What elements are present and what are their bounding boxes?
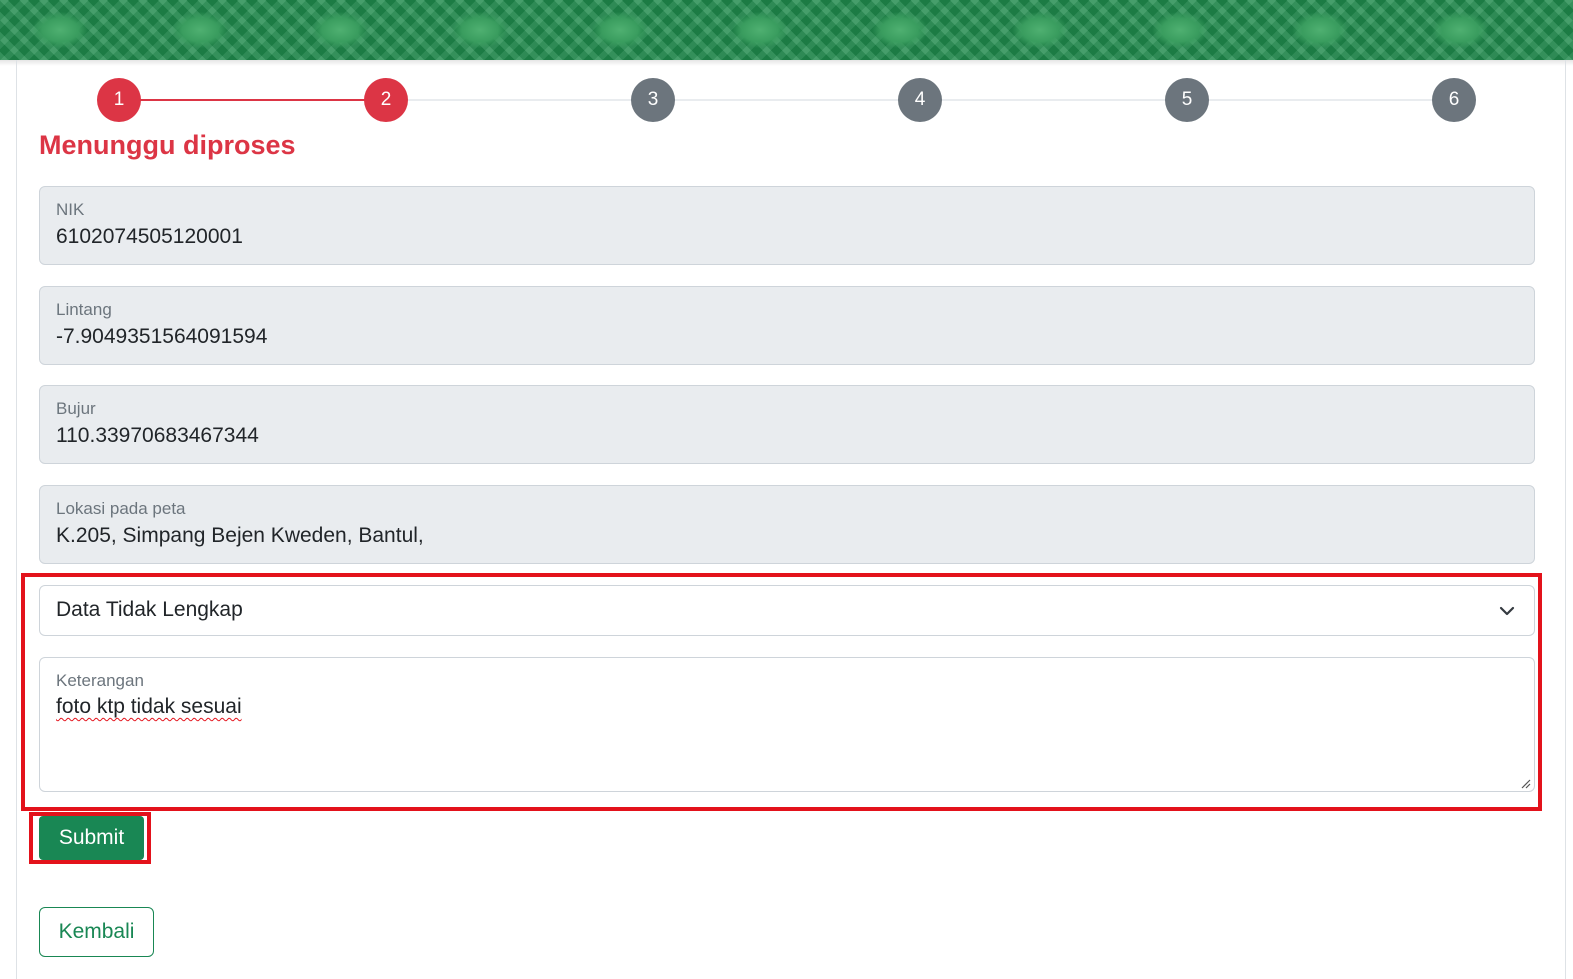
- card-border-right: [1565, 60, 1566, 979]
- lokasi-field[interactable]: Lokasi pada peta K.205, Simpang Bejen Kw…: [39, 485, 1535, 564]
- header-banner: [0, 0, 1573, 60]
- resize-grip-icon[interactable]: [1519, 776, 1531, 789]
- lintang-field[interactable]: Lintang -7.9049351564091594: [39, 286, 1535, 365]
- stepper-line-completed: [140, 99, 366, 101]
- lokasi-value: K.205, Simpang Bejen Kweden, Bantul,: [56, 524, 424, 547]
- step-4: 4: [898, 78, 942, 122]
- bujur-value: 110.33970683467344: [56, 424, 259, 447]
- keterangan-textarea[interactable]: Keterangan foto ktp tidak sesuai: [39, 657, 1535, 792]
- chevron-down-icon: [1498, 602, 1516, 620]
- step-1: 1: [97, 78, 141, 122]
- keterangan-value: foto ktp tidak sesuai: [56, 695, 242, 718]
- keterangan-label: Keterangan: [56, 671, 144, 690]
- lintang-value: -7.9049351564091594: [56, 325, 268, 348]
- status-select[interactable]: Data Tidak Lengkap: [39, 585, 1535, 636]
- banner-shadow: [0, 60, 1573, 66]
- bujur-label: Bujur: [56, 399, 96, 418]
- step-2: 2: [364, 78, 408, 122]
- lintang-label: Lintang: [56, 300, 112, 319]
- bujur-field[interactable]: Bujur 110.33970683467344: [39, 385, 1535, 464]
- page-title: Menunggu diproses: [39, 130, 296, 160]
- step-6: 6: [1432, 78, 1476, 122]
- lokasi-label: Lokasi pada peta: [56, 499, 186, 518]
- back-button[interactable]: Kembali: [39, 907, 154, 957]
- progress-stepper: 1 2 3 4 5 6: [0, 78, 1573, 122]
- step-3: 3: [631, 78, 675, 122]
- status-select-value: Data Tidak Lengkap: [56, 598, 243, 621]
- nik-field[interactable]: NIK 6102074505120001: [39, 186, 1535, 265]
- nik-label: NIK: [56, 200, 85, 219]
- step-5: 5: [1165, 78, 1209, 122]
- submit-button[interactable]: Submit: [39, 816, 144, 860]
- card-border-left: [16, 60, 17, 979]
- nik-value: 6102074505120001: [56, 225, 243, 248]
